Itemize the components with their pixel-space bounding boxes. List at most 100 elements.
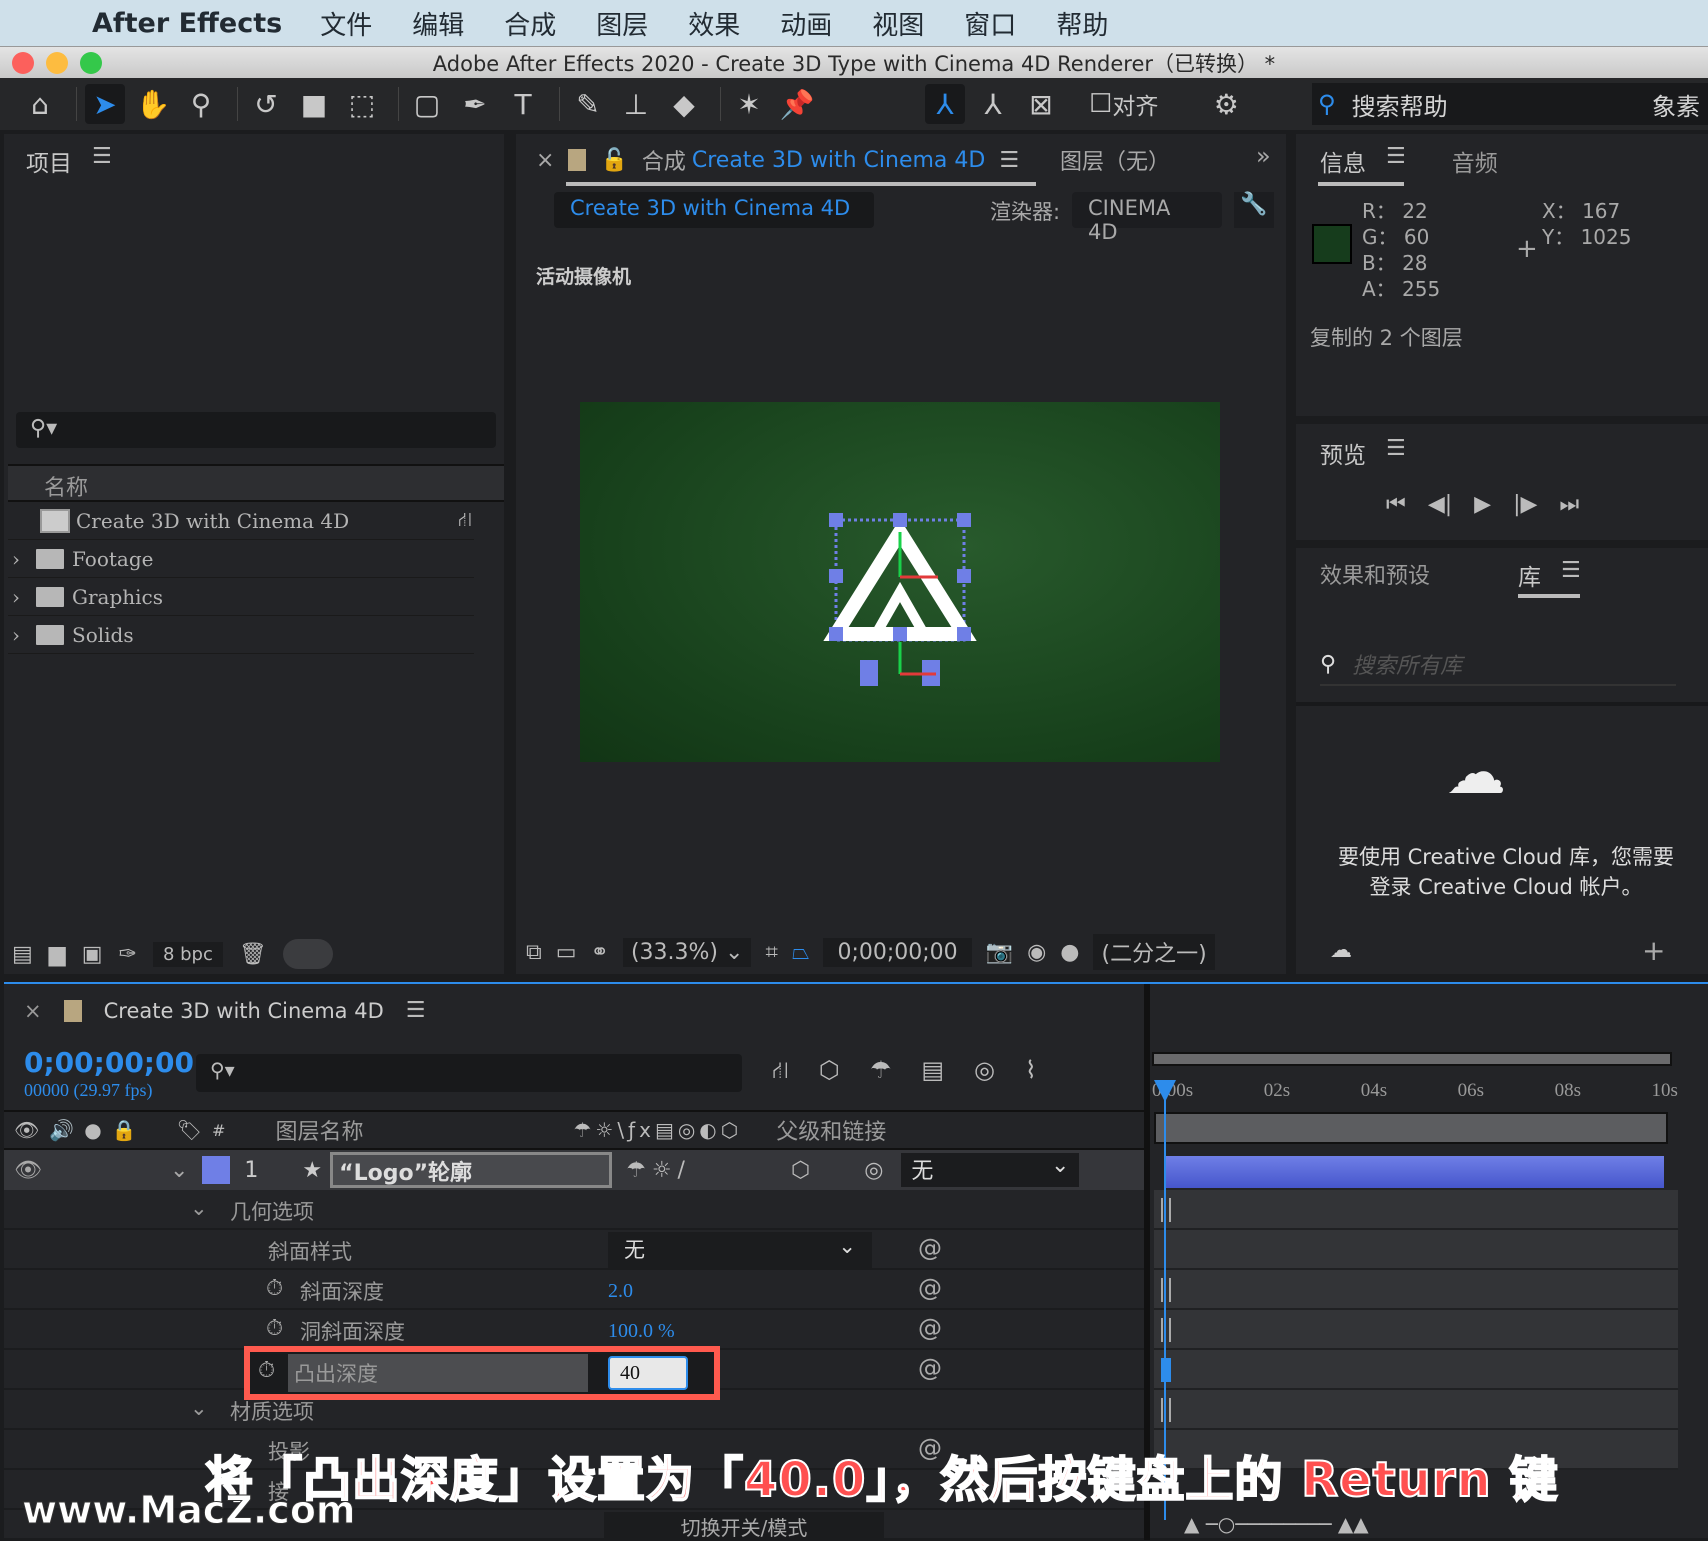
graph-editor-icon[interactable]: ⌇	[1025, 1056, 1037, 1087]
property-value[interactable]: 100.0 %	[608, 1320, 675, 1343]
first-frame-icon[interactable]: ⏮	[1386, 492, 1406, 517]
next-frame-icon[interactable]: |▶	[1513, 492, 1537, 517]
zoom-select[interactable]: (33.3%) ⌄	[622, 937, 752, 967]
keyframe-marker-selected[interactable]	[1161, 1358, 1171, 1382]
layer-name-header[interactable]: 图层名称	[275, 1114, 363, 1146]
visibility-icon[interactable]: 👁	[14, 1158, 42, 1183]
chevron-down-icon[interactable]: ⌄	[190, 1196, 208, 1220]
previous-frame-icon[interactable]: ◀|	[1428, 492, 1452, 517]
zoom-slider[interactable]: ▲ ─○──────── ▲▲	[1184, 1512, 1369, 1536]
vr-icon[interactable]: ⚭	[591, 940, 609, 965]
channel-icon[interactable]: ●	[1060, 940, 1079, 965]
project-item-folder[interactable]: › Solids	[8, 616, 474, 654]
tab-libraries[interactable]: 库	[1518, 558, 1541, 592]
play-icon[interactable]: ▶	[1474, 492, 1491, 517]
lock-icon[interactable]: 🔒	[112, 1118, 137, 1142]
tab-audio[interactable]: 音频	[1452, 144, 1498, 178]
menu-layer[interactable]: 图层	[596, 5, 648, 42]
stopwatch-icon[interactable]: ⏱	[266, 1316, 283, 1341]
world-axis-mode-icon[interactable]: ⅄	[973, 84, 1013, 124]
workspace-label[interactable]: 象素	[1652, 87, 1700, 122]
parent-select[interactable]: 无 ⌄	[901, 1153, 1080, 1187]
panel-menu-icon[interactable]: ☰	[92, 144, 112, 178]
expression-pick-whip-icon[interactable]: @	[918, 1234, 942, 1262]
menu-animation[interactable]: 动画	[780, 5, 832, 42]
timeline-search-input[interactable]: ⚲▾	[196, 1054, 742, 1092]
rectangle-tool-icon[interactable]: ▢	[407, 84, 447, 124]
work-area-bar[interactable]	[1152, 1052, 1672, 1066]
lock-icon[interactable]: 🔓	[600, 148, 627, 173]
expression-pick-whip-icon[interactable]: @	[918, 1274, 942, 1302]
menu-effect[interactable]: 效果	[688, 5, 740, 42]
close-icon[interactable]: ×	[24, 999, 42, 1023]
brush-tool-icon[interactable]: ✎	[568, 84, 608, 124]
panel-menu-icon[interactable]: ☰	[406, 998, 426, 1023]
solo-icon[interactable]: ●	[84, 1118, 101, 1142]
bevel-style-select[interactable]: 无 ⌄	[608, 1232, 872, 1268]
keyframe-marker[interactable]	[1161, 1198, 1171, 1222]
draft-3d-icon[interactable]: ⬡	[819, 1056, 840, 1087]
composition-viewer[interactable]	[580, 402, 1220, 762]
project-title[interactable]: 项目	[26, 144, 72, 178]
resolution-select[interactable]: (二分之一)	[1093, 934, 1215, 970]
column-name-header[interactable]: 名称	[8, 464, 504, 502]
local-axis-mode-icon[interactable]: ⅄	[925, 84, 965, 124]
type-tool-icon[interactable]: T	[503, 84, 543, 124]
shy-layers-icon[interactable]: ☂	[870, 1056, 892, 1087]
menu-composition[interactable]: 合成	[504, 5, 556, 42]
roto-brush-tool-icon[interactable]: ✶	[729, 84, 769, 124]
zoom-tool-icon[interactable]: ⚲	[181, 84, 221, 124]
selection-tool-icon[interactable]: ➤	[85, 84, 125, 124]
expression-pick-whip-icon[interactable]: @	[918, 1354, 942, 1382]
new-composition-icon[interactable]: ▣	[82, 942, 103, 967]
menu-edit[interactable]: 编辑	[412, 5, 464, 42]
tab-info[interactable]: 信息	[1320, 144, 1366, 178]
apple-icon[interactable]	[40, 8, 70, 38]
keyframe-marker[interactable]	[1161, 1398, 1171, 1422]
toggle-switches-modes-button[interactable]: 切换开关/模式	[604, 1512, 884, 1540]
snap-checkbox[interactable]: ☐ 对齐	[1089, 84, 1158, 124]
audio-icon[interactable]: 🔊	[49, 1118, 74, 1142]
grid-icon[interactable]: ⌗	[765, 940, 777, 965]
project-item-folder[interactable]: › Graphics	[8, 578, 474, 616]
more-panels-icon[interactable]: »	[1256, 142, 1271, 170]
frame-blending-icon[interactable]: ▤	[921, 1056, 944, 1087]
stopwatch-icon[interactable]: ⏱	[266, 1276, 283, 1301]
keyframe-marker[interactable]	[1161, 1318, 1171, 1342]
trash-icon[interactable]: 🗑	[239, 942, 267, 967]
flowchart-icon[interactable]: ⛙	[458, 507, 472, 534]
wrench-icon[interactable]: 🔧	[1234, 192, 1274, 228]
property-group-geometry[interactable]: ⌄ 几何选项	[4, 1190, 1144, 1230]
parent-header[interactable]: 父级和链接	[776, 1114, 886, 1146]
pick-whip-icon[interactable]: ◎	[864, 1158, 883, 1183]
video-icon[interactable]: 👁	[14, 1118, 39, 1142]
pen-tool-icon[interactable]: ✒	[455, 84, 495, 124]
expression-pick-whip-icon[interactable]: @	[918, 1314, 942, 1342]
toggle[interactable]	[282, 939, 333, 969]
bpc-button[interactable]: 8 bpc	[152, 941, 223, 967]
layer-duration-bar[interactable]	[1166, 1156, 1664, 1188]
last-frame-icon[interactable]: ⏭	[1559, 492, 1579, 517]
layer-tab[interactable]: 图层（无）	[1060, 144, 1170, 176]
pan-behind-tool-icon[interactable]: ⬚	[342, 84, 382, 124]
timeline-timecode[interactable]: 0;00;00;00	[24, 1046, 194, 1079]
layer-name-field[interactable]: “Logo”轮廓	[330, 1152, 613, 1188]
snapshot-icon[interactable]: 📷	[986, 940, 1013, 965]
close-icon[interactable]: ×	[536, 148, 554, 173]
show-snapshot-icon[interactable]: ◉	[1027, 940, 1046, 965]
layer-switches[interactable]: ☂☼/	[626, 1158, 691, 1183]
panel-menu-icon[interactable]: ☰	[999, 148, 1019, 173]
current-time[interactable]: 0;00;00;00	[823, 937, 972, 967]
extrusion-depth-input[interactable]: 40	[608, 1356, 688, 1390]
property-group-material[interactable]: ⌄ 材质选项	[4, 1390, 1144, 1430]
menu-file[interactable]: 文件	[320, 5, 372, 42]
menu-app[interactable]: After Effects	[92, 8, 282, 39]
home-icon[interactable]: ⌂	[20, 84, 60, 124]
chevron-right-icon[interactable]: ›	[12, 623, 20, 647]
help-search-input[interactable]: ⚲ 搜索帮助 象素	[1312, 83, 1708, 125]
panel-menu-icon[interactable]: ☰	[1386, 144, 1406, 178]
label-icon[interactable]: 🏷	[177, 1118, 202, 1142]
chevron-down-icon[interactable]: ⌄	[170, 1158, 188, 1183]
puppet-pin-tool-icon[interactable]: 📌	[777, 84, 817, 124]
panel-menu-icon[interactable]: ☰	[1561, 558, 1581, 592]
